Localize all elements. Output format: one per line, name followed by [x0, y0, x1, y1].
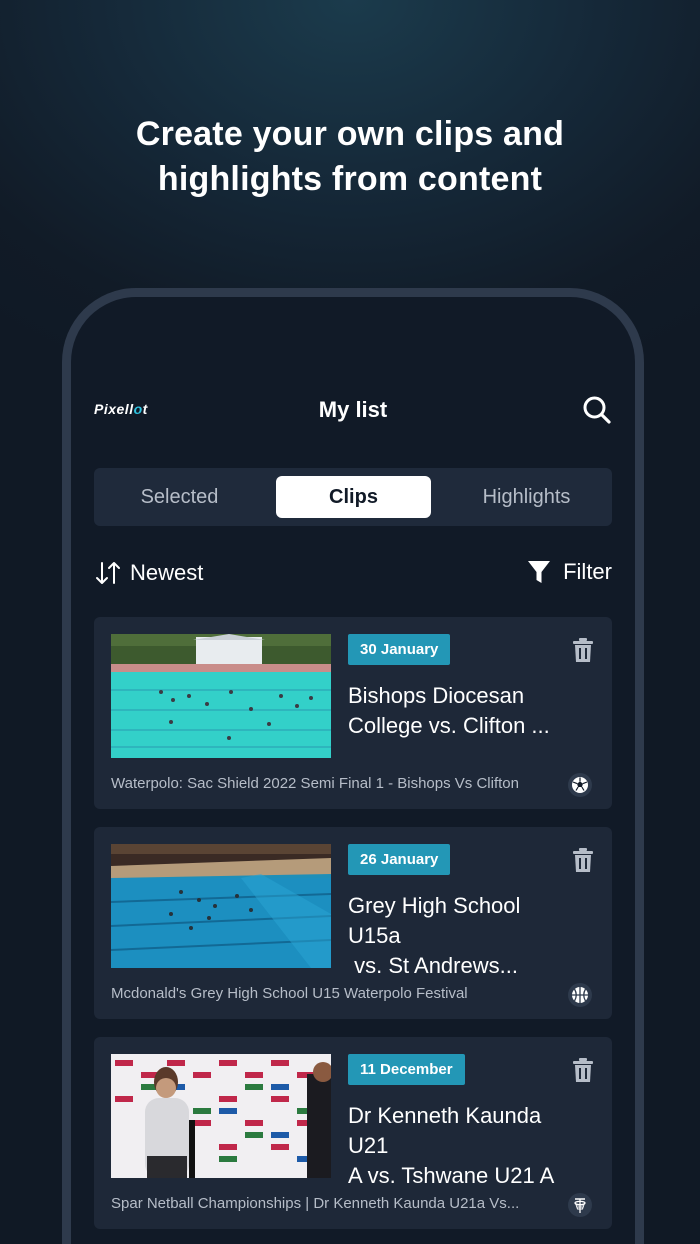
trash-icon	[573, 638, 593, 662]
clip-card[interactable]: 30 January Bishops Diocesan College vs. …	[94, 617, 612, 809]
filter-button[interactable]: Filter	[527, 559, 612, 585]
clip-title: Bishops Diocesan College vs. Clifton ...	[348, 683, 550, 738]
clip-title: Dr Kenneth Kaunda U21 A vs. Tshwane U21 …	[348, 1103, 555, 1188]
clip-event-name: Waterpolo: Sac Shield 2022 Semi Final 1 …	[111, 775, 519, 792]
app-screen: Pixellot My list Selected Clips Highligh…	[71, 297, 635, 1244]
sport-badge	[568, 1193, 592, 1217]
delete-button[interactable]	[571, 847, 595, 873]
clip-date-badge: 30 January	[348, 634, 451, 665]
sort-label: Newest	[130, 560, 204, 585]
clip-date-badge: 26 January	[348, 844, 451, 875]
headline: Create your own clips and highlights fro…	[0, 112, 700, 202]
basketball-icon	[568, 983, 592, 1007]
phone-frame: Pixellot My list Selected Clips Highligh…	[62, 288, 644, 1244]
clip-date-badge: 11 December	[348, 1054, 465, 1085]
delete-button[interactable]	[571, 637, 595, 663]
tab-selected[interactable]: Selected	[102, 476, 257, 518]
clip-thumbnail[interactable]	[111, 1054, 331, 1178]
tab-clips[interactable]: Clips	[276, 476, 431, 518]
headline-line-1: Create your own clips and	[135, 115, 565, 153]
sort-filter-bar: Newest Filter	[94, 559, 612, 593]
tab-highlights[interactable]: Highlights	[449, 476, 604, 518]
sport-badge	[568, 773, 592, 797]
sort-arrows-icon	[96, 562, 120, 584]
app-bar: Pixellot My list	[71, 389, 635, 433]
filter-label: Filter	[563, 559, 612, 584]
page-title: My list	[318, 397, 388, 422]
sport-badge	[568, 983, 592, 1007]
clip-card[interactable]: 11 December Dr Kenneth Kaunda U21 A vs. …	[94, 1037, 612, 1229]
clip-card[interactable]: 26 January Grey High School U15a vs. St …	[94, 827, 612, 1019]
delete-button[interactable]	[571, 1057, 595, 1083]
tab-bar: Selected Clips Highlights	[94, 468, 612, 526]
search-icon	[583, 396, 611, 424]
headline-line-2: highlights from content	[157, 160, 543, 198]
clip-thumbnail[interactable]	[111, 844, 331, 968]
search-button[interactable]	[581, 394, 613, 426]
clip-thumbnail[interactable]	[111, 634, 331, 758]
trash-icon	[573, 1058, 593, 1082]
clip-event-name: Mcdonald's Grey High School U15 Waterpol…	[111, 985, 468, 1002]
netball-hoop-icon	[568, 1193, 592, 1217]
clip-title: Grey High School U15a vs. St Andrews...	[348, 893, 521, 978]
soccer-ball-icon	[568, 773, 592, 797]
sort-button[interactable]: Newest	[94, 559, 203, 587]
clip-event-name: Spar Netball Championships | Dr Kenneth …	[111, 1195, 520, 1212]
trash-icon	[573, 848, 593, 872]
funnel-icon	[528, 561, 551, 583]
